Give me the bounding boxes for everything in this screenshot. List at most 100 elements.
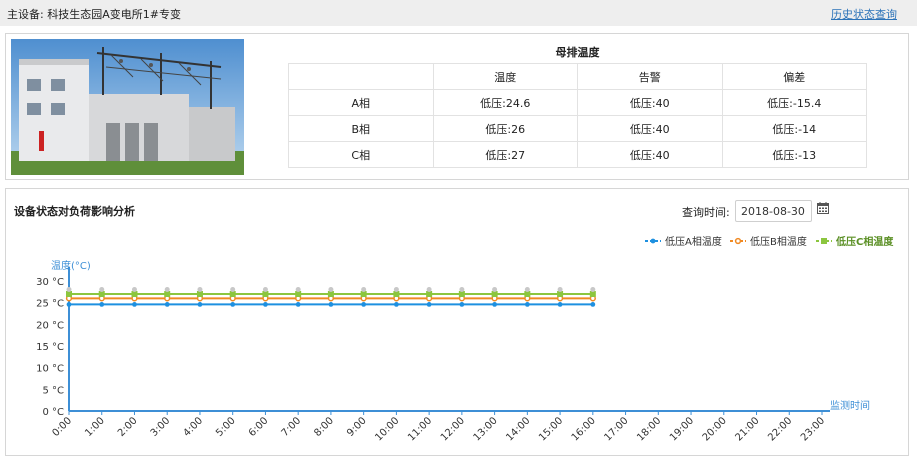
temp-cell: 低压:24.6 [432,89,578,116]
phase-cell: B相 [288,115,434,142]
table-row: C相 低压:27 低压:40 低压:-13 [288,141,867,168]
x-tick-label: 21:00 [733,415,761,443]
data-point-marker [164,287,170,292]
data-point-marker [492,287,498,292]
table-row: B相 低压:26 低压:40 低压:-14 [288,115,867,142]
data-point [459,302,465,307]
data-point [295,302,301,307]
x-axis-label: 监测时间 [830,399,870,412]
data-point [361,302,367,307]
column-header: 偏差 [721,63,867,90]
x-tick-label: 8:00 [312,415,336,439]
alarm-cell: 低压:40 [577,89,723,116]
data-point-marker [230,287,236,292]
data-point [557,302,563,307]
y-tick-label: 20 °C [36,320,64,331]
phase-cell: A相 [288,89,434,116]
data-point-marker [197,287,203,292]
data-point [263,302,268,307]
data-point-marker [328,287,334,292]
x-tick-label: 0:00 [50,415,74,439]
temp-cell: 低压:27 [432,141,578,168]
data-point [393,302,399,307]
diff-cell: 低压:-13 [721,141,867,168]
y-axis-label: 温度(°C) [51,259,91,272]
history-status-link[interactable]: 历史状态查询 [831,6,897,22]
x-tick-label: 19:00 [668,415,696,443]
data-point [426,302,432,307]
data-point-marker [295,287,301,292]
x-tick-label: 11:00 [406,415,434,443]
top-bar: 主设备: 科技生态园A变电所1#专变 历史状态查询 [0,0,917,26]
busbar-temp-table: 温度 告警 偏差 A相 低压:24.6 低压:40 低压:-15.4 B相 低压… [288,63,867,168]
x-tick-label: 13:00 [472,415,500,443]
data-point [99,302,105,307]
legend-marker [734,237,742,245]
x-tick-label: 5:00 [214,415,238,439]
x-tick-label: 17:00 [603,415,631,443]
data-point-marker [524,287,530,292]
x-tick-label: 2:00 [116,415,140,439]
diff-cell: 低压:-15.4 [721,89,867,116]
legend-label: 低压A相温度 [665,235,722,248]
phase-cell: C相 [288,141,434,168]
x-tick-label: 12:00 [439,415,467,443]
table-header-row: 温度 告警 偏差 [288,63,867,90]
data-point-marker [361,287,367,292]
column-header [288,63,434,90]
data-point-marker [66,287,72,292]
substation-photo [11,39,244,175]
y-tick-label: 5 °C [42,385,64,396]
table-row: A相 低压:24.6 低压:40 低压:-15.4 [288,89,867,116]
data-point [66,302,72,307]
x-tick-label: 23:00 [799,415,827,443]
x-tick-label: 9:00 [345,415,369,439]
data-point [164,302,170,307]
x-tick-label: 1:00 [83,415,107,439]
data-point [197,302,203,307]
y-tick-label: 0 °C [42,407,64,418]
x-tick-label: 6:00 [247,415,271,439]
x-tick-label: 4:00 [181,415,205,439]
device-title: 主设备: 科技生态园A变电所1#专变 [7,8,181,21]
data-point-marker [262,287,268,292]
data-point-marker [393,287,399,292]
diff-cell: 低压:-14 [721,115,867,142]
x-tick-label: 18:00 [635,415,663,443]
legend-marker [821,238,827,244]
temp-cell: 低压:26 [432,115,578,142]
legend-marker [650,238,656,244]
legend-label: 低压B相温度 [750,235,807,248]
x-tick-label: 20:00 [701,415,729,443]
x-tick-label: 3:00 [149,415,173,439]
x-tick-label: 14:00 [504,415,532,443]
x-tick-label: 16:00 [570,415,598,443]
busbar-panel: 母排温度 温度 告警 偏差 A相 低压:24.6 低压:40 低压:-15.4 … [5,33,909,180]
data-point-marker [557,287,563,292]
x-tick-label: 15:00 [537,415,565,443]
alarm-cell: 低压:40 [577,141,723,168]
data-point-marker [99,287,105,292]
temperature-line-chart: 温度(°C) 0 °C 5 °C 10 °C 15 °C 20 °C 25 °C 30 °C 0… [36,235,894,444]
y-tick-label: 15 °C [36,342,64,353]
data-point-marker [590,287,596,292]
data-point [524,302,530,307]
data-point [230,302,236,307]
x-tick-label: 10:00 [373,415,401,443]
busbar-temp-caption: 母排温度 [555,46,600,59]
y-tick-label: 25 °C [36,299,64,310]
column-header: 告警 [577,63,723,90]
x-tick-label: 22:00 [766,415,794,443]
analysis-panel: 设备状态对负荷影响分析 查询时间: 温度(°C)0 °C5 °C10 °C15 … [5,188,909,456]
alarm-cell: 低压:40 [577,115,723,142]
x-tick-label: 7:00 [280,415,304,439]
y-tick-label: 10 °C [36,364,64,375]
data-point [328,302,334,307]
data-point [590,302,596,307]
data-point-marker [459,287,465,292]
legend-label: 低压C相温度 [835,235,894,248]
data-point-marker [426,287,432,292]
y-tick-label: 30 °C [36,277,64,288]
data-point [492,302,498,307]
data-point-marker [131,287,137,292]
